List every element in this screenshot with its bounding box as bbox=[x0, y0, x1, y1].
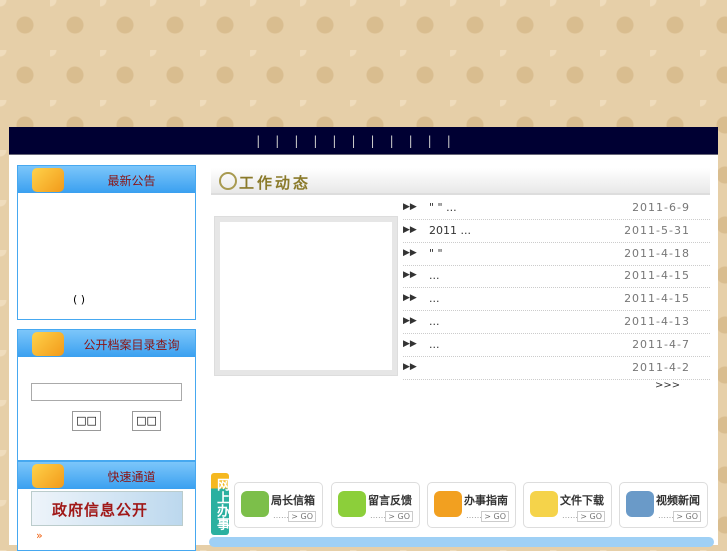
service-card[interactable]: 视频新闻 …… > GO bbox=[619, 482, 708, 528]
quick-title: 快速通道 bbox=[107, 470, 156, 484]
archive-search-input[interactable] bbox=[31, 383, 182, 401]
work-header: 工作动态 bbox=[211, 168, 710, 195]
news-item[interactable]: ▶▶ " " ... 2011-6-9 bbox=[403, 197, 710, 220]
news-title[interactable]: 2011 ... bbox=[429, 224, 471, 237]
service-label: 局长信箱 bbox=[271, 494, 315, 507]
service-icon bbox=[241, 491, 269, 517]
nav-sep: | bbox=[332, 133, 337, 148]
nav-sep: | bbox=[313, 133, 318, 148]
service-icon bbox=[434, 491, 462, 517]
dots: …… bbox=[466, 511, 482, 520]
news-date: 2011-4-13 bbox=[624, 315, 690, 328]
service-icon bbox=[626, 491, 654, 517]
work-icon bbox=[219, 172, 237, 190]
service-icon bbox=[338, 491, 366, 517]
online-service-label: 网上办事 bbox=[211, 473, 229, 535]
notice-title: 最新公告 bbox=[107, 174, 156, 188]
news-date: 2011-4-15 bbox=[624, 269, 690, 283]
news-title[interactable]: ... bbox=[429, 292, 440, 305]
service-card[interactable]: 文件下载 …… > GO bbox=[523, 482, 612, 528]
nav-sep: | bbox=[446, 133, 451, 148]
nav-sep: | bbox=[427, 133, 432, 148]
service-label: 办事指南 bbox=[464, 494, 508, 507]
news-date: 2011-5-31 bbox=[624, 223, 690, 237]
bullet-icon: ▶▶ bbox=[403, 338, 417, 349]
go-button[interactable]: > GO bbox=[481, 511, 509, 522]
news-title[interactable]: ... bbox=[429, 338, 440, 351]
news-title[interactable]: " " ... bbox=[429, 201, 457, 214]
announcement-icon bbox=[32, 168, 64, 192]
more-link[interactable]: >>> bbox=[655, 380, 680, 391]
bullet-icon: ▶▶ bbox=[403, 202, 417, 212]
news-date: 2011-4-2 bbox=[632, 360, 690, 374]
arrow-icon: » bbox=[36, 529, 43, 542]
service-icon bbox=[530, 491, 558, 517]
nav-sep: | bbox=[389, 133, 394, 148]
nav-sep: | bbox=[351, 133, 356, 148]
news-title[interactable]: ... bbox=[429, 269, 440, 282]
quick-panel: 快速通道 政府信息公开 » bbox=[17, 461, 196, 551]
bullet-icon: ▶▶ bbox=[403, 293, 417, 304]
news-item[interactable]: ▶▶ 2011 ... 2011-5-31 bbox=[403, 220, 710, 243]
nav-sep: | bbox=[256, 133, 261, 148]
archive-title: 公开档案目录查询 bbox=[83, 338, 180, 352]
service-card[interactable]: 留言反馈 …… > GO bbox=[331, 482, 420, 528]
go-button[interactable]: > GO bbox=[288, 511, 316, 522]
news-image[interactable] bbox=[214, 216, 398, 376]
bullet-icon: ▶▶ bbox=[403, 247, 417, 258]
nav-sep: | bbox=[294, 133, 299, 148]
bottom-bar bbox=[209, 537, 714, 547]
service-label: 文件下载 bbox=[560, 494, 604, 507]
news-title[interactable]: ... bbox=[429, 315, 440, 328]
archive-icon bbox=[32, 332, 64, 356]
news-date: 2011-4-15 bbox=[624, 292, 690, 306]
nav-sep: | bbox=[408, 133, 413, 148]
news-item[interactable]: ▶▶ ... 2011-4-15 bbox=[403, 265, 710, 289]
news-item[interactable]: ▶▶ ... 2011-4-13 bbox=[403, 311, 710, 334]
archive-panel: 公开档案目录查询 □□ □□ bbox=[17, 329, 196, 461]
news-date: 2011-6-9 bbox=[632, 201, 690, 214]
notice-text: ( ) bbox=[73, 293, 86, 306]
reset-button[interactable]: □□ bbox=[132, 411, 161, 431]
notice-panel: 最新公告 ( ) bbox=[17, 165, 196, 320]
go-button[interactable]: > GO bbox=[577, 511, 605, 522]
folder-icon bbox=[32, 464, 64, 488]
service-card[interactable]: 局长信箱 …… > GO bbox=[234, 482, 323, 528]
dots: …… bbox=[370, 511, 386, 520]
top-nav: | | | | | | | | | | | bbox=[9, 127, 718, 155]
nav-sep: | bbox=[370, 133, 375, 148]
work-title: 工作动态 bbox=[239, 174, 312, 192]
news-item[interactable]: ▶▶ ... 2011-4-15 bbox=[403, 288, 710, 312]
dots: …… bbox=[658, 511, 674, 520]
bullet-icon: ▶▶ bbox=[403, 361, 417, 372]
bullet-icon: ▶▶ bbox=[403, 316, 417, 326]
go-button[interactable]: > GO bbox=[673, 511, 701, 522]
news-date: 2011-4-18 bbox=[624, 246, 690, 260]
news-date: 2011-4-7 bbox=[632, 337, 690, 351]
service-card[interactable]: 办事指南 …… > GO bbox=[427, 482, 516, 528]
dots: …… bbox=[273, 511, 289, 520]
service-label: 留言反馈 bbox=[368, 494, 412, 507]
bullet-icon: ▶▶ bbox=[403, 270, 417, 281]
nav-sep: | bbox=[275, 133, 280, 148]
dots: …… bbox=[562, 511, 578, 520]
news-item[interactable]: ▶▶ " " 2011-4-18 bbox=[403, 243, 710, 266]
gov-info-banner[interactable]: 政府信息公开 bbox=[31, 491, 183, 526]
service-label: 视频新闻 bbox=[656, 494, 700, 507]
go-button[interactable]: > GO bbox=[385, 511, 413, 522]
news-title[interactable]: " " bbox=[429, 247, 443, 260]
news-item[interactable]: ▶▶ 2011-4-2 bbox=[403, 357, 710, 380]
search-button[interactable]: □□ bbox=[72, 411, 101, 431]
bullet-icon: ▶▶ bbox=[403, 224, 417, 235]
news-item[interactable]: ▶▶ ... 2011-4-7 bbox=[403, 334, 710, 357]
